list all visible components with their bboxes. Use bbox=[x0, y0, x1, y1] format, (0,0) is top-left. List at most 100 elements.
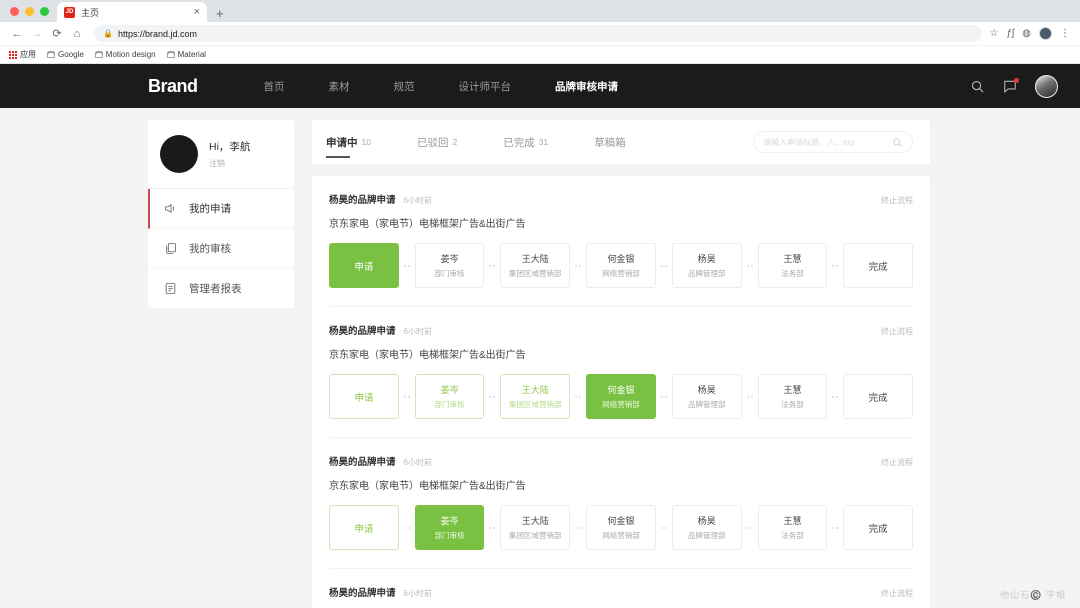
step-node[interactable]: 王慧 法务部 bbox=[757, 374, 828, 419]
step-name: 姜岑 bbox=[440, 254, 459, 264]
terminate-process-link[interactable]: 终止流程 bbox=[881, 588, 913, 599]
bookmark-google[interactable]: Google bbox=[47, 50, 84, 59]
profile-block: Hi，李航 注销 bbox=[148, 120, 294, 189]
step-connector bbox=[827, 395, 843, 398]
nav-item-brand-review-application[interactable]: 品牌审核申请 bbox=[533, 79, 640, 94]
maximize-window-button[interactable] bbox=[40, 6, 49, 16]
terminate-process-link[interactable]: 终止流程 bbox=[881, 195, 913, 206]
step-dept: 品牌管理部 bbox=[687, 400, 726, 409]
site-top-nav: Brand 首页 素材 规范 设计师平台 品牌审核申请 bbox=[0, 64, 1080, 108]
step-node[interactable]: 完成 bbox=[843, 505, 914, 550]
search-box[interactable] bbox=[753, 131, 913, 153]
step-node[interactable]: 杨昊 品牌管理部 bbox=[671, 243, 742, 288]
tab-label: 申请中 bbox=[326, 136, 358, 149]
search-icon[interactable] bbox=[892, 137, 903, 148]
back-button[interactable]: ← bbox=[8, 25, 26, 43]
home-button[interactable]: ⌂ bbox=[68, 25, 86, 43]
step-connector bbox=[742, 264, 758, 267]
step-node[interactable]: 何金银 网络营销部 bbox=[586, 374, 656, 419]
approval-steps: 申请 姜岑 部门审核 王大陆 集团区域营销部 何金银 网络营销部 杨昊 品牌管理… bbox=[329, 243, 914, 288]
copy-icon bbox=[164, 242, 177, 255]
browser-tab[interactable]: JD 主页 × bbox=[57, 2, 207, 22]
tab-rejected[interactable]: 已驳回 2 bbox=[417, 120, 457, 164]
step-name: 姜岑 bbox=[440, 385, 459, 395]
application-row: 杨昊的品牌申请 6小时前 终止流程 京东家电（家电节）电梯框架广告&出街广告 申… bbox=[329, 307, 914, 438]
step-node[interactable]: 王大陆 集团区域营销部 bbox=[500, 505, 571, 550]
bookmark-motion-design[interactable]: Motion design bbox=[94, 50, 156, 59]
application-row: 杨昊的品牌申请 6小时前 终止流程 京东家电（家电节）电梯框架广告&出街广告 申… bbox=[329, 569, 913, 608]
bookmark-material[interactable]: Material bbox=[166, 50, 206, 59]
step-node[interactable]: 杨昊 品牌管理部 bbox=[671, 505, 742, 550]
sidebar-item-manager-report[interactable]: 管理者报表 bbox=[148, 269, 294, 308]
step-node[interactable]: 完成 bbox=[843, 243, 914, 288]
status-tabs: 申请中 10 已驳回 2 已完成 31 草稿箱 bbox=[326, 120, 753, 164]
step-node[interactable]: 姜岑 部门审核 bbox=[414, 243, 485, 288]
address-bar[interactable]: 🔒 https://brand.jd.com bbox=[94, 25, 982, 42]
step-connector bbox=[742, 395, 758, 398]
report-icon bbox=[164, 282, 177, 295]
step-dept: 部门审核 bbox=[434, 531, 465, 540]
step-node[interactable]: 王大陆 集团区域营销部 bbox=[500, 243, 571, 288]
forward-button[interactable]: → bbox=[28, 25, 46, 43]
extension-icon[interactable]: ƒʃ bbox=[1006, 28, 1014, 39]
step-name: 完成 bbox=[868, 523, 888, 535]
new-tab-button[interactable]: + bbox=[207, 7, 233, 22]
tab-completed[interactable]: 已完成 31 bbox=[503, 120, 548, 164]
application-time: 6小时前 bbox=[403, 589, 432, 598]
terminate-process-link[interactable]: 终止流程 bbox=[881, 457, 913, 468]
search-input[interactable] bbox=[763, 137, 886, 147]
tab-drafts[interactable]: 草稿箱 bbox=[594, 120, 630, 164]
step-node[interactable]: 杨昊 品牌管理部 bbox=[671, 374, 742, 419]
step-node[interactable]: 何金银 网络营销部 bbox=[586, 243, 656, 288]
message-icon[interactable] bbox=[1003, 78, 1019, 93]
puzzle-icon[interactable]: ◍ bbox=[1022, 28, 1031, 39]
user-avatar[interactable] bbox=[1035, 74, 1058, 98]
application-owner: 杨昊的品牌申请 bbox=[329, 195, 396, 206]
application-header: 杨昊的品牌申请 6小时前 终止流程 bbox=[329, 585, 913, 599]
nav-item-guidelines[interactable]: 规范 bbox=[372, 79, 437, 94]
jd-favicon-icon: JD bbox=[64, 6, 75, 18]
step-name: 何金银 bbox=[607, 254, 635, 264]
bookmark-apps[interactable]: 应用 bbox=[9, 49, 36, 60]
step-node[interactable]: 申请 bbox=[329, 505, 399, 550]
search-icon[interactable] bbox=[970, 79, 985, 94]
bookmark-label: Google bbox=[58, 50, 84, 59]
megaphone-icon bbox=[164, 202, 177, 215]
nav-item-assets[interactable]: 素材 bbox=[307, 79, 372, 94]
step-connector bbox=[484, 264, 500, 267]
step-name: 申请 bbox=[354, 261, 374, 273]
sidebar-item-my-applications[interactable]: 我的申请 bbox=[148, 189, 294, 229]
step-node[interactable]: 姜岑 部门审核 bbox=[414, 505, 485, 550]
step-node[interactable]: 王慧 法务部 bbox=[757, 505, 828, 550]
step-name: 何金银 bbox=[607, 516, 635, 526]
nav-item-designer-platform[interactable]: 设计师平台 bbox=[437, 79, 534, 94]
lock-icon: 🔒 bbox=[103, 29, 113, 38]
step-node[interactable]: 王慧 法务部 bbox=[757, 243, 828, 288]
terminate-process-link[interactable]: 终止流程 bbox=[881, 326, 913, 337]
step-node[interactable]: 完成 bbox=[843, 374, 914, 419]
tab-label: 已驳回 bbox=[416, 136, 449, 149]
step-node[interactable]: 申请 bbox=[329, 243, 399, 288]
step-node[interactable]: 姜岑 部门审核 bbox=[414, 374, 485, 419]
minimize-window-button[interactable] bbox=[25, 6, 34, 16]
step-node[interactable]: 何金银 网络营销部 bbox=[586, 505, 656, 550]
more-menu-icon[interactable]: ⋮ bbox=[1060, 28, 1070, 39]
sidebar-item-my-reviews[interactable]: 我的审核 bbox=[148, 229, 294, 269]
logout-link[interactable]: 注销 bbox=[209, 158, 250, 169]
browser-profile-avatar[interactable] bbox=[1039, 27, 1052, 40]
star-icon[interactable]: ☆ bbox=[990, 28, 999, 39]
step-name: 杨昊 bbox=[697, 516, 716, 526]
nav-item-home[interactable]: 首页 bbox=[242, 79, 307, 94]
close-icon[interactable]: × bbox=[194, 6, 200, 18]
browser-tabstrip: JD 主页 × + bbox=[0, 0, 1080, 22]
step-node[interactable]: 申请 bbox=[329, 374, 399, 419]
page-content: Hi，李航 注销 我的申请 我的审核 管理者报表 申请中 10 已驳回 2 已完… bbox=[0, 108, 1080, 608]
step-node[interactable]: 王大陆 集团区域营销部 bbox=[500, 374, 571, 419]
step-connector bbox=[399, 526, 415, 529]
tab-in-progress[interactable]: 申请中 10 bbox=[326, 120, 371, 164]
avatar[interactable] bbox=[160, 135, 198, 173]
reload-button[interactable]: ⟳ bbox=[48, 25, 66, 43]
close-window-button[interactable] bbox=[10, 6, 19, 16]
folder-icon bbox=[94, 50, 103, 58]
brand-logo[interactable]: Brand bbox=[148, 76, 198, 97]
